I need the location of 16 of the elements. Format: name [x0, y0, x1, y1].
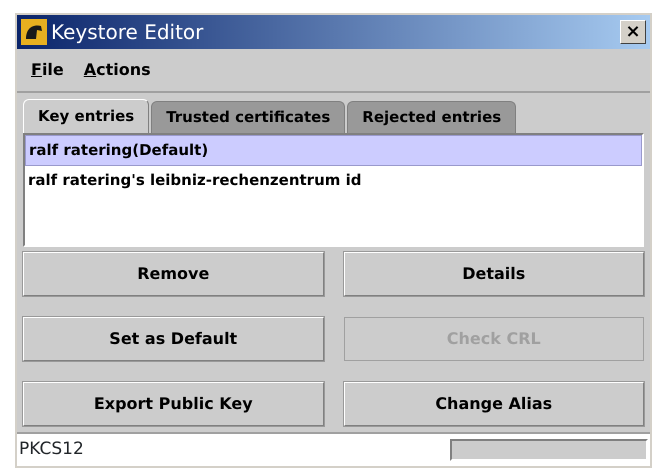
- list-item[interactable]: ralf ratering(Default): [25, 135, 642, 166]
- action-button[interactable]: Export Public Key: [23, 382, 324, 426]
- close-button[interactable]: ×: [620, 20, 646, 44]
- action-button[interactable]: Set as Default: [23, 317, 324, 361]
- list-item[interactable]: ralf ratering's leibniz-rechenzentrum id: [25, 166, 642, 194]
- tab[interactable]: Key entries: [23, 99, 150, 133]
- app-icon: [21, 19, 47, 45]
- action-button[interactable]: Remove: [23, 252, 324, 296]
- status-text: PKCS12: [19, 438, 84, 462]
- action-button[interactable]: Details: [344, 252, 644, 296]
- menu-item[interactable]: Actions: [78, 58, 157, 82]
- tab[interactable]: Trusted certificates: [151, 101, 346, 133]
- menu-item[interactable]: File: [25, 58, 70, 82]
- tab[interactable]: Rejected entries: [347, 101, 516, 133]
- window-title: Keystore Editor: [51, 19, 204, 46]
- action-button[interactable]: Change Alias: [344, 382, 644, 426]
